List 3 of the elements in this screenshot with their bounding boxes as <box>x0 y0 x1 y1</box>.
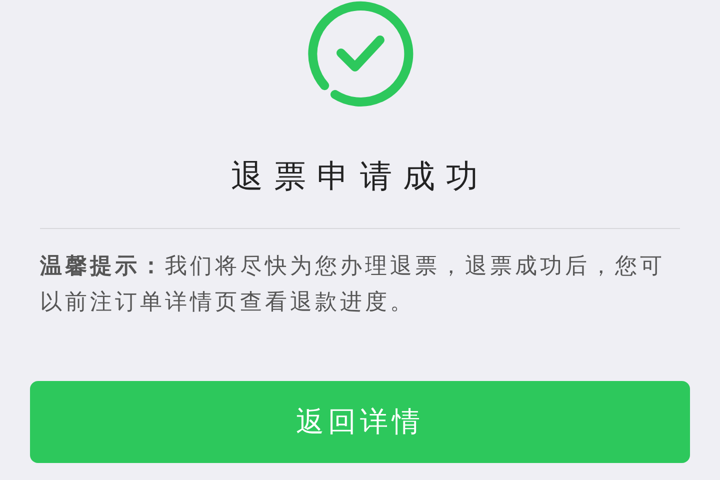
back-to-details-button[interactable]: 返回详情 <box>30 381 690 463</box>
result-title: 退票申请成功 <box>231 160 489 192</box>
hint-text: 温馨提示：我们将尽快为您办理退票，退票成功后，您可以前注订单详情页查看退款进度。 <box>40 253 666 317</box>
